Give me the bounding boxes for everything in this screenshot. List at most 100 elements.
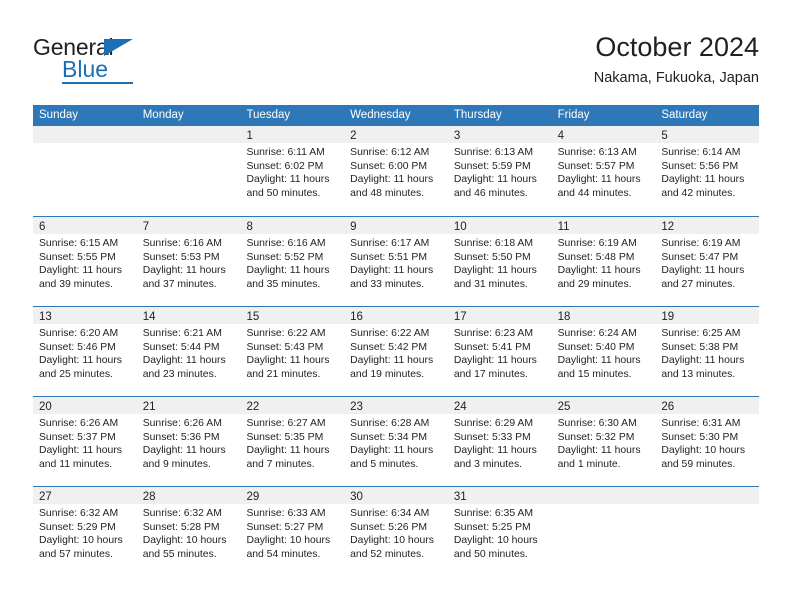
calendar-day-cell[interactable]: 30 Sunrise: 6:34 AM Sunset: 5:26 PM Dayligh… — [344, 487, 448, 576]
daylight-text-line1: Daylight: 11 hours — [453, 174, 537, 186]
sunset-text: Sunset: 5:42 PM — [350, 341, 427, 353]
sunrise-text: Sunrise: 6:32 AM — [142, 508, 222, 519]
day-number-band: 18 — [551, 307, 656, 324]
weekday-header-monday: Monday — [142, 109, 184, 121]
logo-triangle-icon — [104, 39, 133, 56]
day-details: Sunrise: 6:15 AM Sunset: 5:55 PM Daylight:… — [33, 234, 137, 291]
calendar-day-cell[interactable]: 26 Sunrise: 6:31 AM Sunset: 5:30 PM Dayligh… — [655, 397, 760, 486]
day-number-band: 2 — [344, 126, 448, 143]
day-number: 18 — [557, 311, 571, 323]
calendar-day-cell[interactable]: 4 Sunrise: 6:13 AM Sunset: 5:57 PM Daylight… — [551, 126, 656, 216]
sunset-text: Sunset: 5:28 PM — [142, 521, 220, 533]
day-details — [655, 504, 759, 507]
day-number: 27 — [39, 491, 52, 503]
sunrise-text: Sunrise: 6:26 AM — [142, 418, 222, 429]
day-details: Sunrise: 6:33 AM Sunset: 5:27 PM Daylight:… — [240, 504, 344, 561]
day-number-band: 30 — [344, 487, 448, 504]
day-details: Sunrise: 6:26 AM Sunset: 5:37 PM Daylight:… — [33, 414, 137, 471]
day-details: Sunrise: 6:18 AM Sunset: 5:50 PM Daylight:… — [448, 234, 552, 291]
daylight-text-line1: Daylight: 11 hours — [142, 265, 226, 277]
general-blue-logo[interactable]: General Blue — [33, 34, 213, 88]
day-number: 20 — [39, 401, 52, 413]
day-details: Sunrise: 6:25 AM Sunset: 5:38 PM Daylight:… — [655, 324, 759, 381]
day-number-band: 13 — [33, 307, 137, 324]
sunset-text: Sunset: 5:44 PM — [142, 341, 220, 353]
calendar-week-row: 27 Sunrise: 6:32 AM Sunset: 5:29 PM Dayligh… — [33, 486, 760, 576]
day-details: Sunrise: 6:13 AM Sunset: 5:59 PM Daylight:… — [448, 143, 552, 200]
day-details: Sunrise: 6:19 AM Sunset: 5:47 PM Daylight:… — [655, 234, 759, 291]
calendar-day-cell[interactable]: 28 Sunrise: 6:32 AM Sunset: 5:28 PM Dayligh… — [136, 487, 241, 576]
calendar-day-cell[interactable]: 19 Sunrise: 6:25 AM Sunset: 5:38 PM Dayligh… — [655, 307, 760, 396]
calendar-day-cell[interactable]: 11 Sunrise: 6:19 AM Sunset: 5:48 PM Dayligh… — [551, 217, 656, 306]
day-number-band: 19 — [655, 307, 760, 324]
calendar-day-cell[interactable]: 10 Sunrise: 6:18 AM Sunset: 5:50 PM Dayligh… — [447, 217, 552, 306]
calendar-day-cell[interactable]: 2 Sunrise: 6:12 AM Sunset: 6:00 PM Daylight… — [344, 126, 448, 216]
weekday-header-tuesday: Tuesday — [246, 109, 291, 121]
day-number-band: 11 — [551, 217, 656, 234]
calendar-week-row: 1 Sunrise: 6:11 AM Sunset: 6:02 PM Daylight… — [33, 126, 760, 216]
sunset-text: Sunset: 5:51 PM — [350, 251, 427, 263]
calendar-day-cell[interactable]: 21 Sunrise: 6:26 AM Sunset: 5:36 PM Dayligh… — [136, 397, 241, 486]
sunset-text: Sunset: 5:41 PM — [453, 341, 531, 353]
calendar-day-cell[interactable]: 22 Sunrise: 6:27 AM Sunset: 5:35 PM Dayligh… — [240, 397, 345, 486]
calendar-day-cell[interactable]: 20 Sunrise: 6:26 AM Sunset: 5:37 PM Dayligh… — [33, 397, 137, 486]
day-number: 26 — [661, 401, 675, 413]
sunrise-text: Sunrise: 6:32 AM — [39, 508, 119, 519]
daylight-text-line1: Daylight: 11 hours — [39, 355, 122, 367]
day-number-band: 14 — [136, 307, 241, 324]
calendar-day-cell[interactable]: 24 Sunrise: 6:29 AM Sunset: 5:33 PM Dayligh… — [447, 397, 552, 486]
calendar-day-cell[interactable]: 12 Sunrise: 6:19 AM Sunset: 5:47 PM Dayligh… — [655, 217, 760, 306]
calendar-weeks: 1 Sunrise: 6:11 AM Sunset: 6:02 PM Daylight… — [33, 126, 760, 576]
daylight-text-line1: Daylight: 11 hours — [142, 355, 226, 367]
daylight-text-line1: Daylight: 11 hours — [557, 445, 641, 457]
daylight-text-line2: and 7 minutes. — [246, 458, 315, 470]
sunset-text: Sunset: 5:55 PM — [39, 251, 116, 263]
day-details: Sunrise: 6:13 AM Sunset: 5:57 PM Daylight:… — [552, 143, 656, 200]
page-title: October 2024 — [595, 32, 759, 62]
calendar-day-cell[interactable]: 23 Sunrise: 6:28 AM Sunset: 5:34 PM Dayligh… — [344, 397, 448, 486]
calendar-day-cell[interactable]: 7 Sunrise: 6:16 AM Sunset: 5:53 PM Daylight… — [136, 217, 241, 306]
day-number: 7 — [142, 221, 150, 233]
daylight-text-line2: and 5 minutes. — [350, 458, 419, 470]
calendar-day-cell[interactable]: 3 Sunrise: 6:13 AM Sunset: 5:59 PM Daylight… — [447, 126, 552, 216]
calendar-day-cell[interactable]: 29 Sunrise: 6:33 AM Sunset: 5:27 PM Dayligh… — [240, 487, 345, 576]
calendar-day-cell[interactable]: 8 Sunrise: 6:16 AM Sunset: 5:52 PM Daylight… — [240, 217, 345, 306]
calendar-day-cell[interactable]: 9 Sunrise: 6:17 AM Sunset: 5:51 PM Daylight… — [344, 217, 448, 306]
calendar-day-cell[interactable]: 14 Sunrise: 6:21 AM Sunset: 5:44 PM Dayligh… — [136, 307, 241, 396]
daylight-text-line1: Daylight: 11 hours — [246, 355, 330, 367]
calendar-day-cell[interactable]: 18 Sunrise: 6:24 AM Sunset: 5:40 PM Dayligh… — [551, 307, 656, 396]
calendar-week-row: 6 Sunrise: 6:15 AM Sunset: 5:55 PM Daylight… — [33, 216, 760, 306]
calendar-day-cell[interactable]: 16 Sunrise: 6:22 AM Sunset: 5:42 PM Dayligh… — [344, 307, 448, 396]
calendar-day-cell[interactable]: 1 Sunrise: 6:11 AM Sunset: 6:02 PM Daylight… — [240, 126, 345, 216]
sunset-text: Sunset: 5:33 PM — [453, 431, 531, 443]
calendar-week-row: 20 Sunrise: 6:26 AM Sunset: 5:37 PM Dayligh… — [33, 396, 760, 486]
daylight-text-line2: and 50 minutes. — [246, 187, 321, 199]
day-details — [552, 504, 656, 507]
day-number-band: 26 — [655, 397, 760, 414]
day-number: 14 — [142, 311, 156, 323]
sunrise-text: Sunrise: 6:26 AM — [39, 418, 119, 429]
daylight-text-line1: Daylight: 11 hours — [246, 445, 330, 457]
calendar-day-cell[interactable]: 17 Sunrise: 6:23 AM Sunset: 5:41 PM Dayligh… — [447, 307, 552, 396]
day-details: Sunrise: 6:20 AM Sunset: 5:46 PM Daylight:… — [33, 324, 137, 381]
day-number: 1 — [246, 130, 253, 142]
calendar-day-cell[interactable]: 13 Sunrise: 6:20 AM Sunset: 5:46 PM Dayligh… — [33, 307, 137, 396]
daylight-text-line2: and 57 minutes. — [39, 548, 113, 560]
day-details: Sunrise: 6:35 AM Sunset: 5:25 PM Daylight:… — [448, 504, 552, 561]
daylight-text-line1: Daylight: 10 hours — [453, 535, 538, 547]
day-number: 24 — [453, 401, 467, 413]
sunset-text: Sunset: 5:46 PM — [39, 341, 116, 353]
calendar-day-cell[interactable]: 25 Sunrise: 6:30 AM Sunset: 5:32 PM Dayligh… — [551, 397, 656, 486]
calendar-day-cell[interactable]: 15 Sunrise: 6:22 AM Sunset: 5:43 PM Dayligh… — [240, 307, 345, 396]
page-subtitle: Nakama, Fukuoka, Japan — [593, 70, 759, 86]
calendar-day-cell[interactable]: 27 Sunrise: 6:32 AM Sunset: 5:29 PM Dayligh… — [33, 487, 137, 576]
sunrise-text: Sunrise: 6:11 AM — [246, 147, 325, 158]
day-number: 6 — [39, 221, 46, 233]
calendar-day-cell[interactable]: 31 Sunrise: 6:35 AM Sunset: 5:25 PM Dayligh… — [447, 487, 552, 576]
day-number-band: 8 — [240, 217, 345, 234]
calendar-day-cell-empty — [33, 126, 137, 216]
sunrise-text: Sunrise: 6:19 AM — [661, 238, 741, 249]
calendar-day-cell[interactable]: 6 Sunrise: 6:15 AM Sunset: 5:55 PM Daylight… — [33, 217, 137, 306]
daylight-text-line1: Daylight: 10 hours — [661, 445, 746, 457]
calendar-day-cell[interactable]: 5 Sunrise: 6:14 AM Sunset: 5:56 PM Daylight… — [655, 126, 760, 216]
